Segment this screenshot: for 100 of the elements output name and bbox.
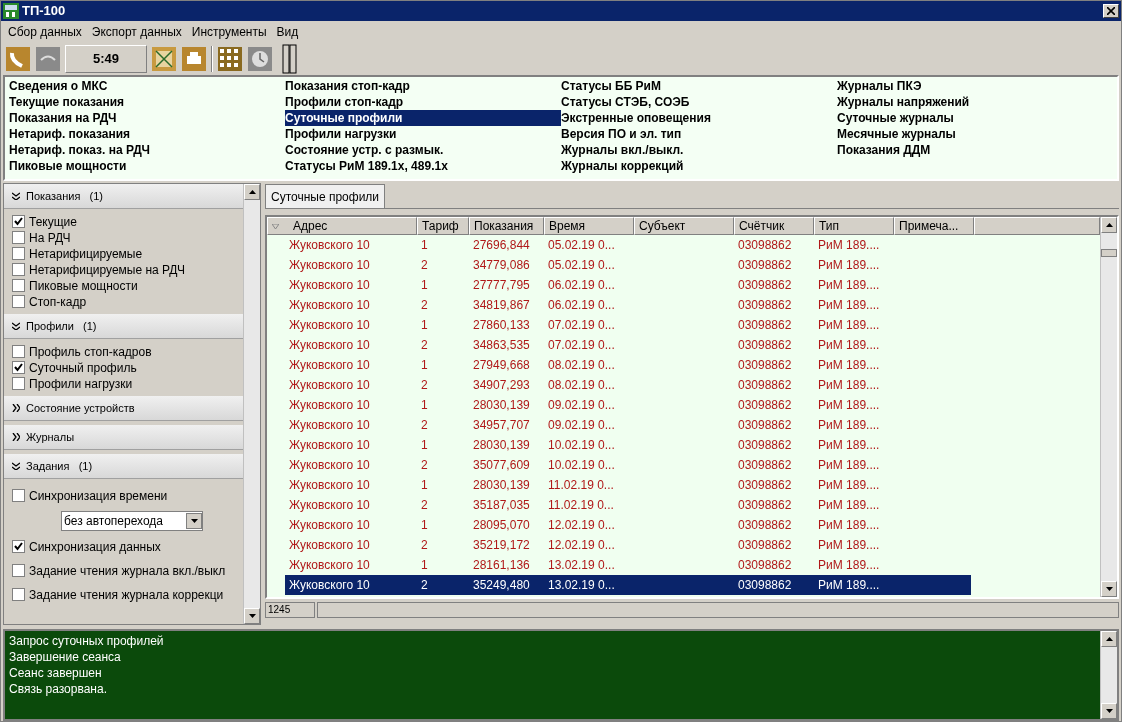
- report-item[interactable]: Статусы ББ РиМ: [561, 78, 837, 94]
- mode-dropdown[interactable]: без автоперехода: [61, 511, 203, 531]
- table-cell-text: 03098862: [737, 577, 793, 594]
- menu-item[interactable]: Сбор данных: [3, 23, 87, 41]
- report-item[interactable]: Пиковые мощности: [9, 158, 285, 174]
- report-item[interactable]: Показания ДДМ: [837, 142, 1113, 158]
- scrollbar[interactable]: [1100, 217, 1117, 597]
- scroll-down-icon[interactable]: [244, 608, 260, 624]
- report-item[interactable]: Статусы СТЭБ, СОЭБ: [561, 94, 837, 110]
- checkbox[interactable]: [12, 345, 25, 358]
- table-row[interactable]: Жуковского 10 2 35219,172 12.02.19 0... 03098862 РиМ 189....: [285, 535, 971, 555]
- table-row[interactable]: Жуковского 10 1 27949,668 08.02.19 0... 03098862 РиМ 189....: [285, 355, 971, 375]
- report-item[interactable]: Статусы РиМ 189.1х, 489.1х: [285, 158, 561, 174]
- report-item[interactable]: Журналы коррекций: [561, 158, 837, 174]
- checkbox[interactable]: [12, 247, 25, 260]
- checkbox[interactable]: [12, 377, 25, 390]
- checkbox[interactable]: [12, 263, 25, 276]
- report-item[interactable]: Нетариф. показания: [9, 126, 285, 142]
- report-item[interactable]: Сведения о МКС: [9, 78, 285, 94]
- report-item[interactable]: Нетариф. показ. на РДЧ: [9, 142, 285, 158]
- report-item[interactable]: Экстренные оповещения: [561, 110, 837, 126]
- report-item[interactable]: Суточные профили: [285, 110, 561, 126]
- checkbox[interactable]: [12, 540, 25, 553]
- table-row[interactable]: Жуковского 10 1 28161,136 13.02.19 0... 03098862 РиМ 189....: [285, 555, 971, 575]
- printer-icon[interactable]: [181, 46, 207, 72]
- checkbox-label: Стоп-кадр: [29, 293, 87, 311]
- column-header[interactable]: Время: [544, 217, 634, 235]
- report-item[interactable]: Суточные журналы: [837, 110, 1113, 126]
- table-cell-text: 35187,035: [472, 497, 531, 514]
- column-header[interactable]: Примеча...: [894, 217, 974, 235]
- table-cell-text: 05.02.19 0...: [547, 237, 616, 254]
- section-header[interactable]: Состояние устройств: [4, 396, 243, 421]
- table-row[interactable]: Жуковского 10 1 28030,139 11.02.19 0... 03098862 РиМ 189....: [285, 475, 971, 495]
- section-header[interactable]: Показания (1): [4, 184, 243, 209]
- scroll-up-icon[interactable]: [1101, 217, 1117, 233]
- column-header[interactable]: Счётчик: [734, 217, 814, 235]
- column-header[interactable]: Тариф: [417, 217, 469, 235]
- report-item[interactable]: Месячные журналы: [837, 126, 1113, 142]
- report-item[interactable]: Состояние устр. с размык.: [285, 142, 561, 158]
- table-row[interactable]: Жуковского 10 2 34779,086 05.02.19 0... 03098862 РиМ 189....: [285, 255, 971, 275]
- report-item[interactable]: Журналы ПКЭ: [837, 78, 1113, 94]
- column-header[interactable]: Адрес: [267, 217, 417, 235]
- checkbox[interactable]: [12, 564, 25, 577]
- checkbox[interactable]: [12, 588, 25, 601]
- scroll-up-icon[interactable]: [1101, 631, 1117, 647]
- scroll-down-icon[interactable]: [1101, 703, 1117, 719]
- table-row[interactable]: Жуковского 10 2 34819,867 06.02.19 0... 03098862 РиМ 189....: [285, 295, 971, 315]
- menu-item[interactable]: Инструменты: [186, 23, 272, 41]
- table-row[interactable]: Жуковского 10 1 28095,070 12.02.19 0... 03098862 РиМ 189....: [285, 515, 971, 535]
- table-cell-text: 2: [420, 297, 429, 314]
- table-row[interactable]: Жуковского 10 1 28030,139 09.02.19 0... 03098862 РиМ 189....: [285, 395, 971, 415]
- checkbox[interactable]: [12, 231, 25, 244]
- table-cell-text: 34907,293: [472, 377, 531, 394]
- table-row[interactable]: Жуковского 10 1 28030,139 10.02.19 0... 03098862 РиМ 189....: [285, 435, 971, 455]
- table-cell-text: 12.02.19 0...: [547, 537, 616, 554]
- report-item[interactable]: Журналы вкл./выкл.: [561, 142, 837, 158]
- checkbox[interactable]: [12, 489, 25, 502]
- table-row[interactable]: Жуковского 10 1 27696,844 05.02.19 0... 03098862 РиМ 189....: [285, 235, 971, 255]
- report-item[interactable]: Профили стоп-кадр: [285, 94, 561, 110]
- menu-item[interactable]: Вид: [271, 23, 304, 41]
- section-header[interactable]: Задания (1): [4, 454, 243, 479]
- checkbox[interactable]: [12, 361, 25, 374]
- section-header[interactable]: Профили (1): [4, 314, 243, 339]
- table-cell-text: 2: [420, 497, 429, 514]
- scroll-up-icon[interactable]: [244, 184, 260, 200]
- tab[interactable]: Суточные профили: [265, 184, 386, 208]
- menu-item[interactable]: Экспорт данных: [86, 23, 187, 41]
- table-row[interactable]: Жуковского 10 1 27860,133 07.02.19 0... 03098862 РиМ 189....: [285, 315, 971, 335]
- checkbox[interactable]: [12, 279, 25, 292]
- report-item[interactable]: Версия ПО и эл. тип: [561, 126, 837, 142]
- scrollbar[interactable]: [1100, 631, 1117, 719]
- column-header[interactable]: Тип: [814, 217, 894, 235]
- table-row[interactable]: Жуковского 10 2 34957,707 09.02.19 0... 03098862 РиМ 189....: [285, 415, 971, 435]
- section-title: Показания (1): [26, 188, 104, 204]
- table-row[interactable]: Жуковского 10 2 35077,609 10.02.19 0... 03098862 РиМ 189....: [285, 455, 971, 475]
- report-item[interactable]: Показания стоп-кадр: [285, 78, 561, 94]
- horizontal-scrollbar[interactable]: [317, 602, 1119, 618]
- checkbox[interactable]: [12, 295, 25, 308]
- table-row[interactable]: Жуковского 10 2 35249,480 13.02.19 0... 03098862 РиМ 189....: [285, 575, 971, 595]
- column-header[interactable]: Субъект: [634, 217, 734, 235]
- section-header[interactable]: Журналы: [4, 425, 243, 450]
- scroll-thumb[interactable]: [1101, 249, 1117, 257]
- table-row[interactable]: Жуковского 10 1 27777,795 06.02.19 0... 03098862 РиМ 189....: [285, 275, 971, 295]
- table-row[interactable]: Жуковского 10 2 34907,293 08.02.19 0... 03098862 РиМ 189....: [285, 375, 971, 395]
- hang-up-icon[interactable]: [35, 46, 61, 72]
- checkbox[interactable]: [12, 215, 25, 228]
- spreadsheet-icon[interactable]: [151, 46, 177, 72]
- report-item[interactable]: Текущие показания: [9, 94, 285, 110]
- report-item[interactable]: Профили нагрузки: [285, 126, 561, 142]
- table-row[interactable]: Жуковского 10 2 34863,535 07.02.19 0... 03098862 РиМ 189....: [285, 335, 971, 355]
- phone-icon[interactable]: [5, 46, 31, 72]
- column-header[interactable]: Показания: [469, 217, 544, 235]
- dot-grid-icon[interactable]: [217, 46, 243, 72]
- report-item[interactable]: Показания на РДЧ: [9, 110, 285, 126]
- scroll-down-icon[interactable]: [1101, 581, 1117, 597]
- table-cell-text: 35249,480: [472, 577, 531, 594]
- report-item[interactable]: Журналы напряжений: [837, 94, 1113, 110]
- scrollbar[interactable]: [243, 184, 260, 624]
- close-button[interactable]: [1103, 4, 1119, 18]
- table-row[interactable]: Жуковского 10 2 35187,035 11.02.19 0... 03098862 РиМ 189....: [285, 495, 971, 515]
